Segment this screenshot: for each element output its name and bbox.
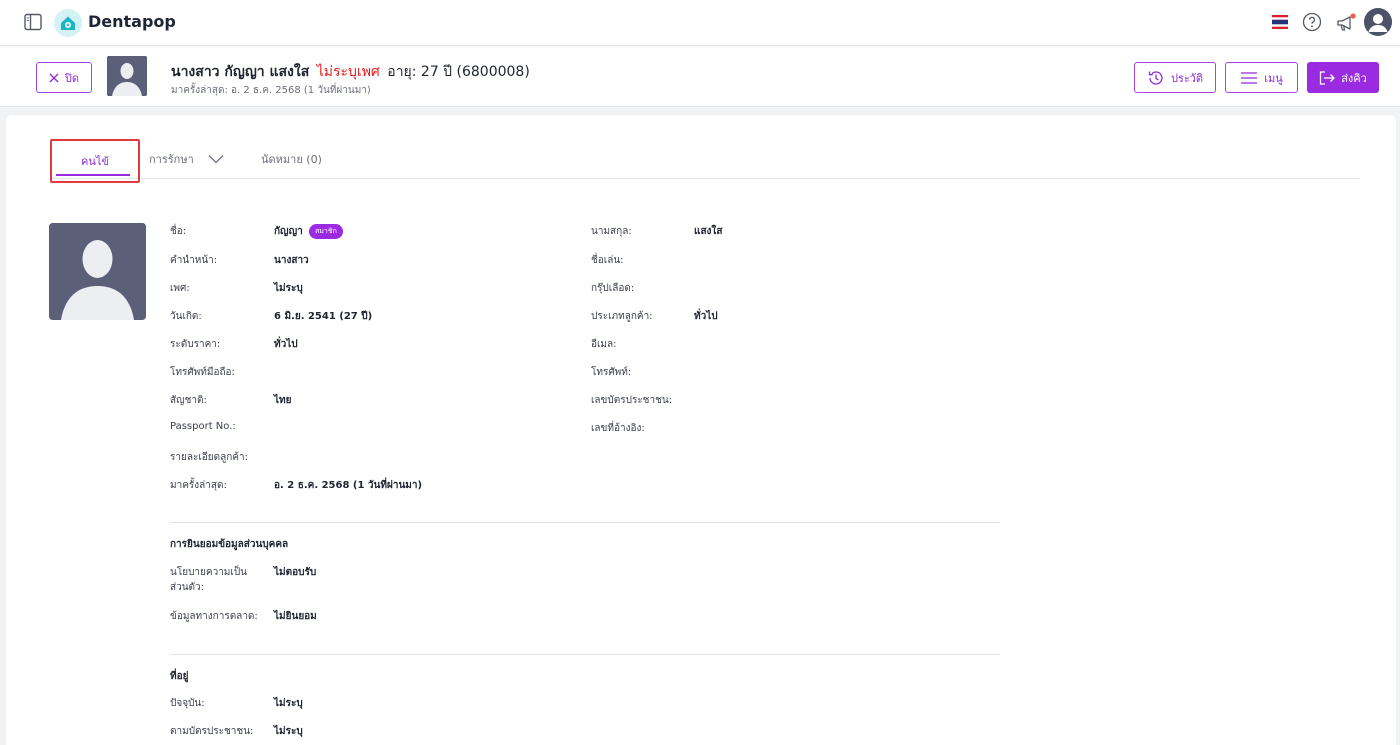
active-tab-indicator [56, 174, 130, 176]
tab-patient-label: คนไข้ [81, 155, 109, 168]
patient-age: อายุ: 27 ปี [387, 64, 453, 80]
address-section-title: ที่อยู่ [170, 671, 189, 682]
privacy-policy-label-line2: ส่วนตัว: [170, 582, 205, 593]
person-placeholder-icon [107, 56, 147, 96]
field-email-label: อีเมล: [591, 339, 617, 350]
field-reference-no-label: เลขที่อ้างอิง: [591, 423, 645, 434]
field-firstname-value: กัญญา [274, 226, 303, 237]
consent-section-title: การยินยอมข้อมูลส่วนบุคคล [170, 539, 289, 550]
field-passport-label: Passport No.: [170, 421, 236, 432]
close-icon [49, 73, 59, 82]
address-current-value: ไม่ระบุ [274, 698, 303, 709]
history-icon [1148, 70, 1163, 85]
patient-header-bar: ปิด นางสาว กัญญา แสงใส ไม่ระบุเพศ อายุ: … [0, 47, 1400, 107]
tab-patient[interactable]: คนไข้ [50, 139, 140, 183]
field-nationality-label: สัญชาติ: [170, 395, 207, 406]
field-prefix-value: นางสาว [274, 255, 309, 266]
field-firstname-label: ชื่อ: [170, 226, 187, 237]
marketing-consent-label: ข้อมูลทางการตลาด: [170, 611, 258, 622]
field-birthdate-label: วันเกิด: [170, 311, 202, 322]
menu-button-label: เมนู [1264, 71, 1283, 85]
patient-avatar-small [107, 56, 147, 96]
announcement-icon[interactable] [1335, 12, 1357, 34]
tab-appointment-label: นัดหมาย (0) [261, 153, 322, 166]
privacy-policy-value: ไม่ตอบรับ [274, 567, 317, 578]
field-birthdate-value: 6 มิ.ย. 2541 (27 ปี) [274, 311, 373, 322]
history-button[interactable]: ประวัติ [1134, 62, 1216, 93]
field-price-level-value: ทั่วไป [274, 339, 298, 350]
close-button-label: ปิด [64, 71, 80, 85]
field-last-visit-value: อ. 2 ธ.ค. 2568 (1 วันที่ผ่านมา) [274, 480, 423, 491]
patient-last-visit: มาครั้งล่าสุด: อ. 2 ธ.ค. 2568 (1 วันที่ผ… [171, 85, 371, 96]
sidebar-toggle-icon[interactable] [24, 13, 42, 31]
help-icon[interactable] [1302, 12, 1322, 32]
dentapop-logo-icon [54, 9, 82, 37]
brand-name: Dentapop [88, 12, 176, 31]
address-idcard-value: ไม่ระบุ [274, 726, 303, 737]
patient-card: คนไข้ การรักษา นัดหมาย (0) ชื่อ: กัญญา ส… [6, 115, 1396, 745]
history-button-label: ประวัติ [1170, 71, 1204, 85]
address-idcard-label: ตามบัตรประชาชน: [170, 726, 254, 737]
field-prefix-label: คำนำหน้า: [170, 255, 218, 266]
tab-treatment-label: การรักษา [149, 153, 194, 166]
address-current-label: ปัจจุบัน: [170, 698, 205, 709]
patient-gender: ไม่ระบุเพศ [316, 64, 380, 80]
field-price-level-label: ระดับราคา: [170, 339, 221, 350]
field-blood-group-label: กรุ๊ปเลือด: [591, 283, 635, 294]
thai-flag-icon[interactable] [1272, 15, 1288, 29]
person-placeholder-icon [49, 223, 146, 320]
field-gender-label: เพศ: [170, 283, 190, 294]
patient-title: นางสาว กัญญา แสงใส ไม่ระบุเพศ อายุ: 27 ป… [171, 61, 530, 83]
field-customer-type-value: ทั่วไป [694, 311, 718, 322]
field-lastname-label: นามสกุล: [591, 226, 632, 237]
field-customer-type-label: ประเภทลูกค้า: [591, 311, 653, 322]
top-navbar: Dentapop [0, 0, 1400, 46]
field-nickname-label: ชื่อเล่น: [591, 255, 624, 266]
patient-tabs: คนไข้ การรักษา นัดหมาย (0) [50, 139, 1360, 183]
patient-hn: (6800008) [456, 64, 530, 80]
close-button[interactable]: ปิด [36, 62, 92, 93]
user-avatar-icon [1364, 8, 1392, 36]
chevron-down-icon [208, 155, 224, 164]
field-phone-label: โทรศัพท์: [591, 367, 632, 378]
section-divider [170, 654, 1000, 655]
field-gender-value: ไม่ระบุ [274, 283, 303, 294]
hamburger-icon [1241, 71, 1258, 84]
section-divider [170, 522, 1000, 523]
field-nationality-value: ไทย [274, 395, 292, 406]
field-last-visit-label: มาครั้งล่าสุด: [170, 480, 227, 491]
patient-full-name: นางสาว กัญญา แสงใส [171, 64, 310, 80]
user-avatar[interactable] [1364, 8, 1392, 36]
tab-treatment[interactable]: การรักษา [149, 139, 224, 179]
field-lastname-value: แสงใส [694, 226, 723, 237]
field-mobile-label: โทรศัพท์มือถือ: [170, 367, 235, 378]
privacy-policy-label-line1: นโยบายความเป็น [170, 567, 248, 578]
member-badge: สมาชิก [309, 224, 343, 239]
send-arrow-icon [1320, 70, 1336, 85]
tab-appointment[interactable]: นัดหมาย (0) [261, 139, 322, 179]
field-id-card-label: เลขบัตรประชาชน: [591, 395, 673, 406]
send-queue-label: ส่งคิว [1341, 71, 1367, 85]
patient-photo [49, 223, 146, 320]
menu-button[interactable]: เมนู [1225, 62, 1298, 93]
field-customer-details-label: รายละเอียดลูกค้า: [170, 452, 248, 463]
send-queue-button[interactable]: ส่งคิว [1307, 62, 1379, 93]
marketing-consent-value: ไม่ยินยอม [274, 611, 317, 622]
